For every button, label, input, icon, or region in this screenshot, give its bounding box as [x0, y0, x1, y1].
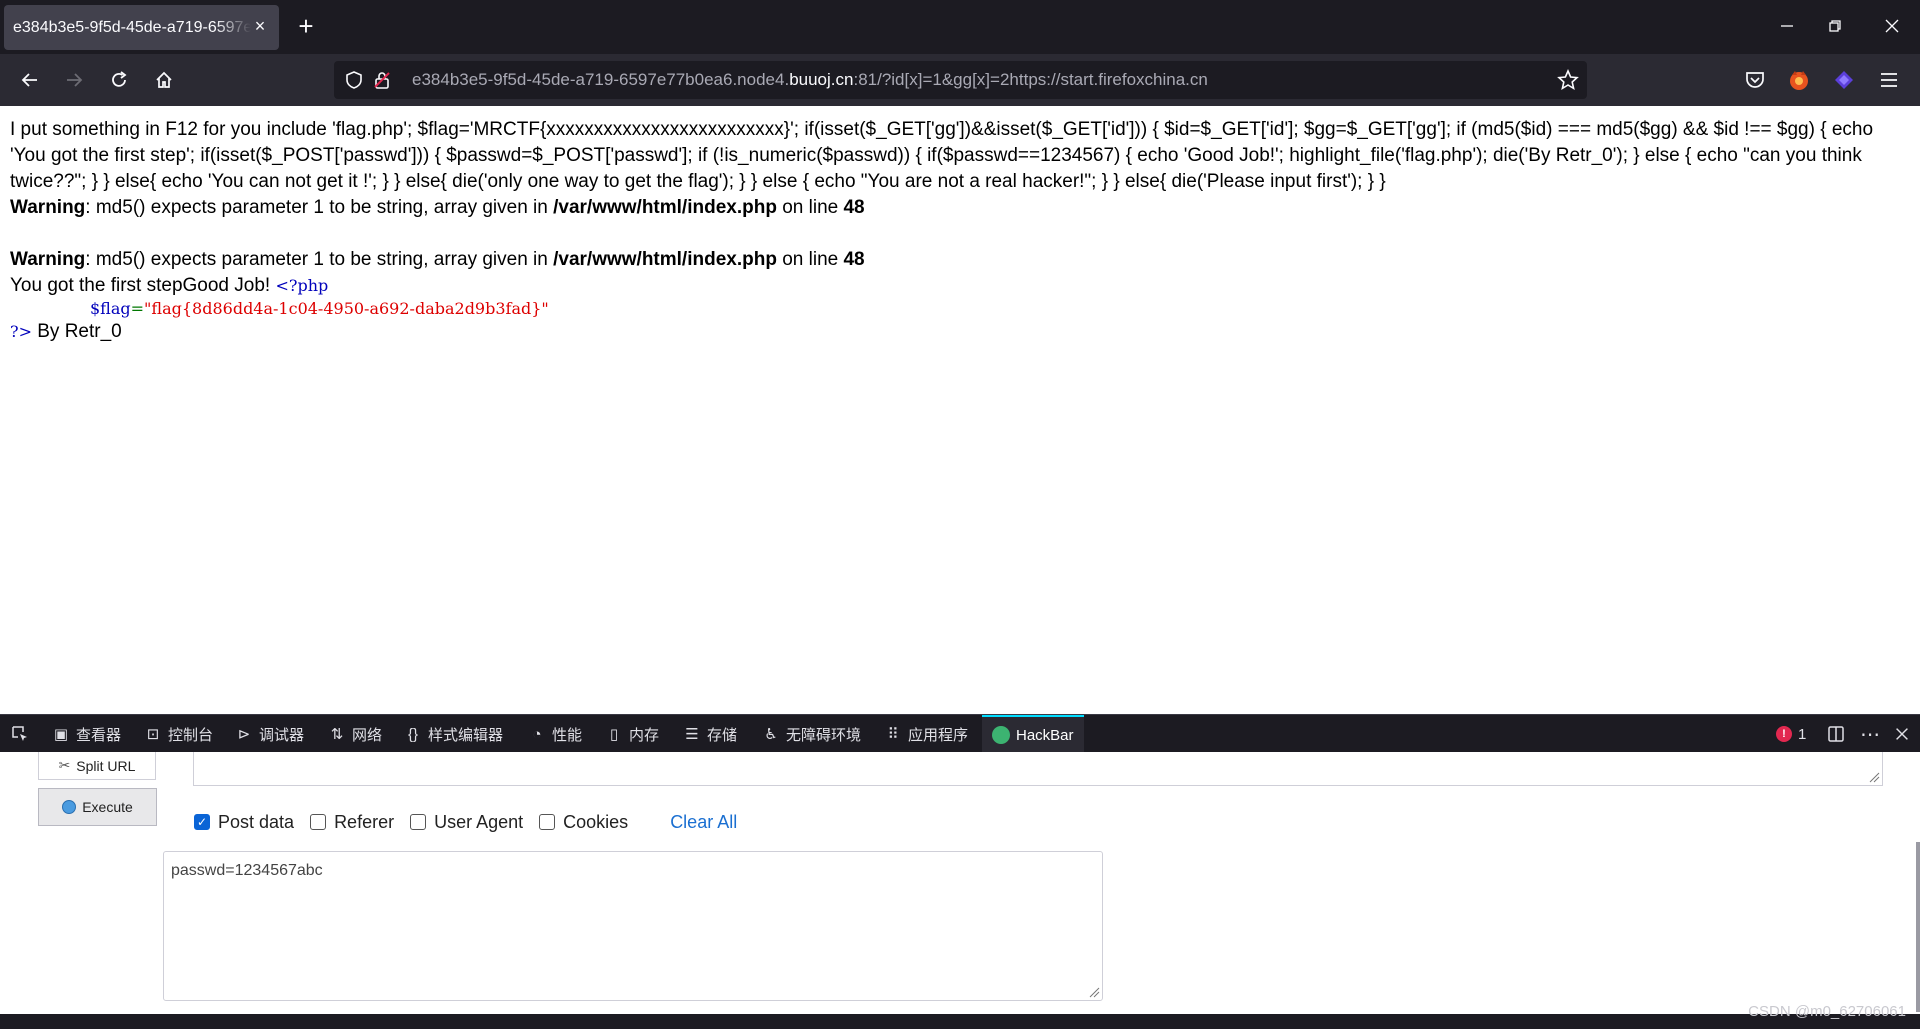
bookmark-star-icon[interactable] — [1557, 68, 1579, 91]
new-tab-icon[interactable]: + — [292, 13, 320, 41]
result-line: You got the first stepGood Job! <?php — [10, 275, 329, 296]
flag-line: $flag="flag{8d86dd4a-1c04-4950-a692-daba… — [90, 299, 549, 318]
warning-1: Warning: md5() expects parameter 1 to be… — [10, 197, 865, 218]
scissors-icon: ✂ — [58, 757, 71, 773]
tab-close-icon[interactable]: × — [251, 17, 269, 35]
scrollbar[interactable] — [1916, 842, 1920, 1012]
restore-icon[interactable] — [1823, 14, 1847, 38]
dock-side-icon[interactable] — [1826, 715, 1846, 753]
status-bar — [0, 1014, 1920, 1029]
inspector-icon: ▣ — [53, 726, 69, 743]
forward-icon[interactable] — [60, 66, 88, 94]
nav-bar: e384b3e5-9f5d-45de-a719-6597e77b0ea6.nod… — [0, 54, 1920, 106]
referer-checkbox[interactable]: Referer — [310, 812, 394, 833]
storage-icon: ☰ — [685, 726, 699, 743]
closing-line: ?> By Retr_0 — [10, 321, 122, 342]
tab-console[interactable]: ⊡ 控制台 — [144, 715, 213, 753]
flag-value: "flag{8d86dd4a-1c04-4950-a692-daba2d9b3f… — [144, 299, 549, 318]
network-icon: ⇅ — [330, 726, 344, 743]
more-options-icon[interactable]: ⋯ — [1860, 715, 1880, 753]
back-icon[interactable] — [16, 66, 44, 94]
close-window-icon[interactable] — [1880, 14, 1904, 38]
console-icon: ⊡ — [146, 726, 160, 743]
execute-button[interactable]: Execute — [38, 788, 157, 826]
resize-grip-icon[interactable] — [1868, 771, 1880, 783]
hackbar-icon — [992, 726, 1010, 744]
error-icon: ! — [1776, 726, 1792, 742]
tab-application[interactable]: ⠿ 应用程序 — [884, 715, 969, 753]
url-textarea[interactable] — [193, 752, 1883, 786]
browser-tab[interactable]: e384b3e5-9f5d-45de-a719-6597e77b0ea6.nod… — [4, 5, 279, 50]
menu-icon[interactable] — [1876, 67, 1902, 93]
tab-debugger[interactable]: ⊳ 调试器 — [235, 715, 304, 753]
post-data-checkbox[interactable]: ✓ Post data — [194, 812, 294, 833]
debugger-icon: ⊳ — [237, 726, 251, 743]
source-text: I put something in F12 for you include '… — [10, 119, 1874, 192]
tab-performance[interactable]: ◔ 性能 — [528, 715, 582, 753]
element-picker-icon[interactable] — [10, 715, 30, 753]
performance-icon: ◔ — [532, 725, 542, 743]
tab-memory[interactable]: ▯ 内存 — [605, 715, 659, 753]
php-open-tag: <?php — [275, 276, 329, 295]
tab-accessibility[interactable]: ♿ 无障碍环境 — [762, 715, 861, 753]
shield-icon[interactable] — [344, 70, 364, 90]
warning-2: Warning: md5() expects parameter 1 to be… — [10, 249, 865, 270]
close-devtools-icon[interactable] — [1893, 715, 1911, 753]
url-text[interactable]: e384b3e5-9f5d-45de-a719-6597e77b0ea6.nod… — [412, 70, 1208, 90]
page-content: I put something in F12 for you include '… — [10, 117, 1910, 345]
tab-storage[interactable]: ☰ 存储 — [683, 715, 737, 753]
minimize-icon[interactable] — [1775, 14, 1799, 38]
post-data-textarea[interactable]: passwd=1234567abc — [163, 851, 1103, 1001]
clear-all-link[interactable]: Clear All — [670, 812, 737, 833]
php-close-tag: ?> — [10, 322, 32, 341]
tab-network[interactable]: ⇅ 网络 — [328, 715, 382, 753]
cookies-checkbox[interactable]: Cookies — [539, 812, 628, 833]
style-editor-icon: {} — [407, 725, 419, 743]
accessibility-icon: ♿ — [764, 726, 778, 743]
pocket-icon[interactable] — [1742, 67, 1768, 93]
firefox-extension-icon[interactable] — [1786, 67, 1812, 93]
insecure-lock-icon[interactable] — [372, 70, 392, 90]
checkbox-checked-icon[interactable]: ✓ — [194, 814, 210, 830]
devtools-toolbar: ▣ 查看器 ⊡ 控制台 ⊳ 调试器 ⇅ 网络 {} 样式编辑器 ◔ 性能 ▯ 内存 ☰ 存储 ♿… — [0, 714, 1920, 753]
memory-icon: ▯ — [609, 726, 619, 743]
tab-title: e384b3e5-9f5d-45de-a719-6597e77b0ea6.nod… — [13, 18, 251, 36]
watermark-text: CSDN @m0_62706061 — [1748, 1003, 1906, 1020]
reload-icon[interactable] — [105, 66, 133, 94]
split-url-button[interactable]: ✂ Split URL — [38, 752, 156, 780]
resize-grip-icon[interactable] — [1088, 986, 1100, 998]
execute-icon — [62, 800, 77, 814]
tab-hackbar[interactable]: HackBar — [982, 715, 1084, 753]
options-row: ✓ Post data Referer User Agent Cookies Cl… — [194, 807, 737, 837]
tab-style-editor[interactable]: {} 样式编辑器 — [404, 715, 503, 753]
application-icon: ⠿ — [887, 726, 899, 743]
url-bar[interactable]: e384b3e5-9f5d-45de-a719-6597e77b0ea6.nod… — [334, 61, 1587, 99]
tab-strip: e384b3e5-9f5d-45de-a719-6597e77b0ea6.nod… — [0, 0, 1920, 54]
hackbar-panel: ✂ Split URL Execute ✓ Post data Referer Us… — [0, 752, 1920, 1029]
extension-icon[interactable] — [1831, 67, 1857, 93]
user-agent-checkbox[interactable]: User Agent — [410, 812, 523, 833]
tab-inspector[interactable]: ▣ 查看器 — [52, 715, 121, 753]
error-count-badge[interactable]: ! 1 — [1776, 715, 1806, 753]
home-icon[interactable] — [150, 66, 178, 94]
